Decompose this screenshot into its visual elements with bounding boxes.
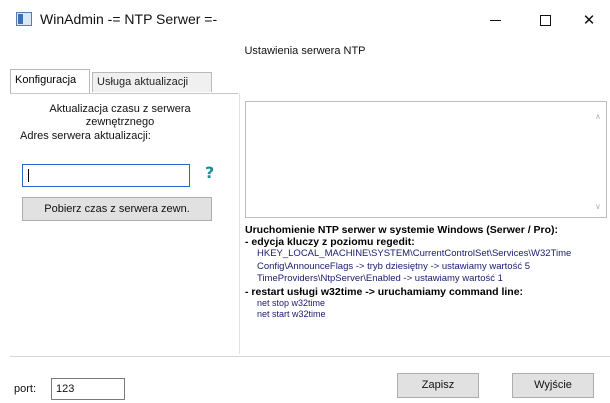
info-line: net start w32time	[257, 308, 326, 319]
exit-button[interactable]: Wyjście	[512, 373, 594, 398]
text-caret	[28, 169, 29, 182]
port-label: port:	[14, 383, 37, 395]
info-line: Config\AnnounceFlags -> tryb dziesiętny …	[257, 260, 530, 272]
window-title: WinAdmin -= NTP Serwer =-	[40, 11, 218, 27]
scroll-up-icon[interactable]: ∧	[595, 112, 603, 121]
log-textarea[interactable]: ∧ ∨	[245, 101, 607, 218]
save-button[interactable]: Zapisz	[397, 373, 479, 398]
info-line: net stop w32time	[257, 297, 326, 308]
tab-usluga-aktualizacji[interactable]: Usługa aktualizacji	[92, 72, 212, 92]
scroll-down-icon[interactable]: ∨	[595, 202, 603, 211]
minimize-icon	[489, 19, 501, 21]
port-input[interactable]: 123	[51, 378, 125, 400]
close-button[interactable]: ✕	[566, 5, 610, 35]
info-line: TimeProviders\NtpServer\Enabled -> ustaw…	[257, 273, 503, 284]
minimize-button[interactable]	[472, 5, 518, 35]
tab-konfiguracja[interactable]: Konfiguracja	[10, 69, 90, 93]
maximize-button[interactable]	[522, 5, 568, 35]
panel-divider	[239, 93, 240, 354]
fetch-time-button[interactable]: Pobierz czas z serwera zewn.	[22, 197, 212, 221]
info-panel: ∧ ∨ Uruchomienie NTP serwer w systemie W…	[243, 96, 609, 356]
ntp-instructions: Uruchomienie NTP serwer w systemie Windo…	[245, 224, 607, 320]
help-icon[interactable]: ?	[205, 163, 219, 183]
info-line: - restart usługi w32time -> uruchamiamy …	[245, 285, 524, 298]
info-line: HKEY_LOCAL_MACHINE\SYSTEM\CurrentControl…	[257, 248, 572, 259]
sync-heading: Aktualizacja czasu z serwera zewnętrzneg…	[49, 103, 191, 128]
close-icon: ✕	[582, 11, 596, 29]
page-title: Ustawienia serwera NTP	[244, 45, 366, 57]
footer-divider	[10, 356, 610, 357]
app-window-icon[interactable]	[16, 12, 32, 26]
info-line: - edycja kluczy z poziomu regedit:	[245, 236, 415, 248]
title-bar[interactable]: WinAdmin -= NTP Serwer =- ✕	[0, 0, 610, 40]
configuration-panel: Aktualizacja czasu z serwera zewnętrzneg…	[10, 93, 238, 354]
server-address-label: Adres serwera aktualizacji:	[20, 130, 151, 142]
info-line: Uruchomienie NTP serwer w systemie Windo…	[245, 224, 559, 236]
server-address-input[interactable]	[22, 164, 190, 187]
maximize-icon	[539, 14, 551, 26]
